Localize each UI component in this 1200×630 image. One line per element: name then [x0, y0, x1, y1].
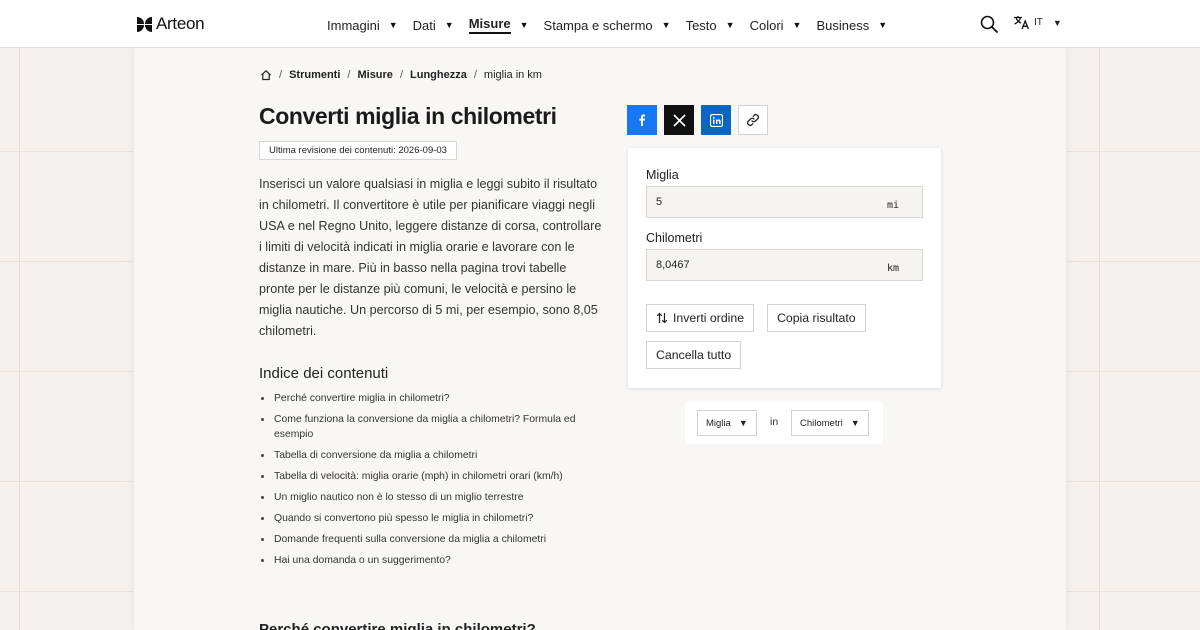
nav-label: Colori [749, 17, 784, 33]
share-facebook-button[interactable] [627, 105, 657, 135]
caret-down-icon: ▼ [1052, 17, 1062, 28]
nav-label: Misure [468, 16, 511, 34]
logo-mark-icon [137, 16, 152, 32]
breadcrumb-link-misure[interactable]: Misure [357, 69, 392, 81]
nav-label: Stampa e schermo [543, 17, 653, 33]
clear-all-label: Cancella tutto [656, 348, 732, 362]
translate-icon [1014, 16, 1030, 30]
page-title: Converti miglia in chilometri [259, 103, 557, 129]
copy-link-button[interactable] [738, 105, 768, 135]
link-icon [747, 114, 759, 126]
section-heading: Perché convertire miglia in chilometri? [259, 621, 536, 630]
nav-label: Dati [412, 17, 436, 33]
toc-link[interactable]: Come funziona la conversione da miglia a… [259, 412, 599, 442]
breadcrumb-link-lunghezza[interactable]: Lunghezza [410, 69, 467, 81]
nav-item-testo[interactable]: Testo ▼ [686, 16, 735, 34]
table-of-contents: Perché convertire miglia in chilometri? … [259, 391, 599, 574]
miles-unit: mi [886, 200, 899, 211]
home-icon[interactable] [260, 69, 272, 81]
brand-logo[interactable]: Arteon [137, 14, 205, 34]
clear-all-button[interactable]: Cancella tutto [646, 341, 742, 369]
nav-item-business[interactable]: Business ▼ [816, 16, 887, 34]
share-x-button[interactable] [664, 105, 694, 135]
toc-link[interactable]: Hai una domanda o un suggerimento? [259, 553, 599, 568]
caret-down-icon: ▼ [792, 20, 802, 30]
language-code: IT [1034, 17, 1043, 28]
facebook-icon [639, 114, 646, 126]
swap-order-label: Inverti ordine [673, 311, 745, 325]
nav-item-colori[interactable]: Colori ▼ [750, 16, 802, 34]
miles-input[interactable]: 5 mi [646, 186, 923, 218]
toc-title: Indice dei contenuti [259, 365, 389, 382]
top-header: Arteon Immagini ▼ Dati ▼ Misure ▼ Stampa e … [0, 0, 1200, 48]
to-unit-value: Chilometri [800, 417, 843, 429]
caret-down-icon: ▼ [519, 20, 529, 30]
toc-link[interactable]: Tabella di conversione da miglia a chilo… [259, 448, 599, 463]
kilometers-unit: km [886, 263, 899, 274]
caret-down-icon: ▼ [878, 20, 888, 30]
breadcrumb-separator: / [347, 69, 351, 81]
breadcrumb-separator: / [473, 69, 477, 81]
nav-item-dati[interactable]: Dati ▼ [413, 16, 454, 34]
linkedin-icon [709, 113, 723, 127]
nav-label: Testo [685, 17, 717, 33]
kilometers-input[interactable]: 8,0467 km [646, 249, 923, 281]
brand-name: Arteon [156, 14, 205, 33]
copy-result-label: Copia risultato [777, 311, 856, 325]
nav-item-immagini[interactable]: Immagini ▼ [327, 16, 398, 34]
caret-down-icon: ▼ [661, 20, 671, 30]
from-unit-value: Miglia [706, 417, 731, 429]
caret-down-icon: ▼ [725, 20, 735, 30]
swap-arrows-icon [656, 312, 668, 324]
language-selector[interactable]: IT ▼ [1013, 15, 1062, 30]
toc-link[interactable]: Tabella di velocità: miglia orarie (mph)… [259, 469, 599, 484]
kilometers-value: 8,0467 [656, 259, 690, 271]
toc-link[interactable]: Quando si convertono più spesso le migli… [259, 511, 599, 526]
nav-item-stampa-e-schermo[interactable]: Stampa e schermo ▼ [544, 16, 671, 34]
toc-link[interactable]: Perché convertire miglia in chilometri? [259, 391, 599, 406]
breadcrumb-separator: / [399, 69, 403, 81]
breadcrumb-current: miglia in km [483, 69, 542, 81]
toc-link[interactable]: Domande frequenti sulla conversione da m… [259, 532, 599, 547]
copy-result-button[interactable]: Copia risultato [767, 304, 866, 332]
nav-label: Business [816, 17, 870, 33]
search-icon[interactable] [980, 15, 998, 33]
intro-paragraph: Inserisci un valore qualsiasi in miglia … [259, 177, 602, 338]
nav-item-misure[interactable]: Misure ▼ [468, 16, 529, 34]
revision-badge: Ultima revisione dei contenuti: 2026-09-… [259, 141, 457, 160]
caret-down-icon: ▼ [444, 20, 454, 30]
to-unit-select[interactable]: Chilometri ▼ [791, 410, 869, 436]
breadcrumb-separator: / [279, 69, 283, 81]
converter-card: Miglia 5 mi Chilometri 8,0467 km Inverti… [628, 148, 941, 388]
swap-order-button[interactable]: Inverti ordine [646, 304, 755, 332]
caret-down-icon: ▼ [388, 20, 398, 30]
unit-picker: Miglia ▼ in Chilometri ▼ [685, 401, 883, 444]
breadcrumb: / Strumenti / Misure / Lunghezza / migli… [260, 69, 542, 81]
share-bar [627, 105, 768, 135]
share-linkedin-button[interactable] [701, 105, 731, 135]
in-label: in [770, 416, 779, 428]
main-nav: Immagini ▼ Dati ▼ Misure ▼ Stampa e schermo… [327, 16, 902, 34]
miles-label: Miglia [646, 168, 679, 182]
caret-down-icon: ▼ [738, 418, 748, 428]
from-unit-select[interactable]: Miglia ▼ [697, 410, 757, 436]
nav-label: Immagini [327, 17, 380, 33]
breadcrumb-link-strumenti[interactable]: Strumenti [289, 69, 340, 81]
caret-down-icon: ▼ [850, 418, 860, 428]
x-icon [672, 113, 686, 127]
toc-link[interactable]: Un miglio nautico non è lo stesso di un … [259, 490, 599, 505]
kilometers-label: Chilometri [646, 231, 703, 245]
miles-value: 5 [656, 196, 663, 208]
